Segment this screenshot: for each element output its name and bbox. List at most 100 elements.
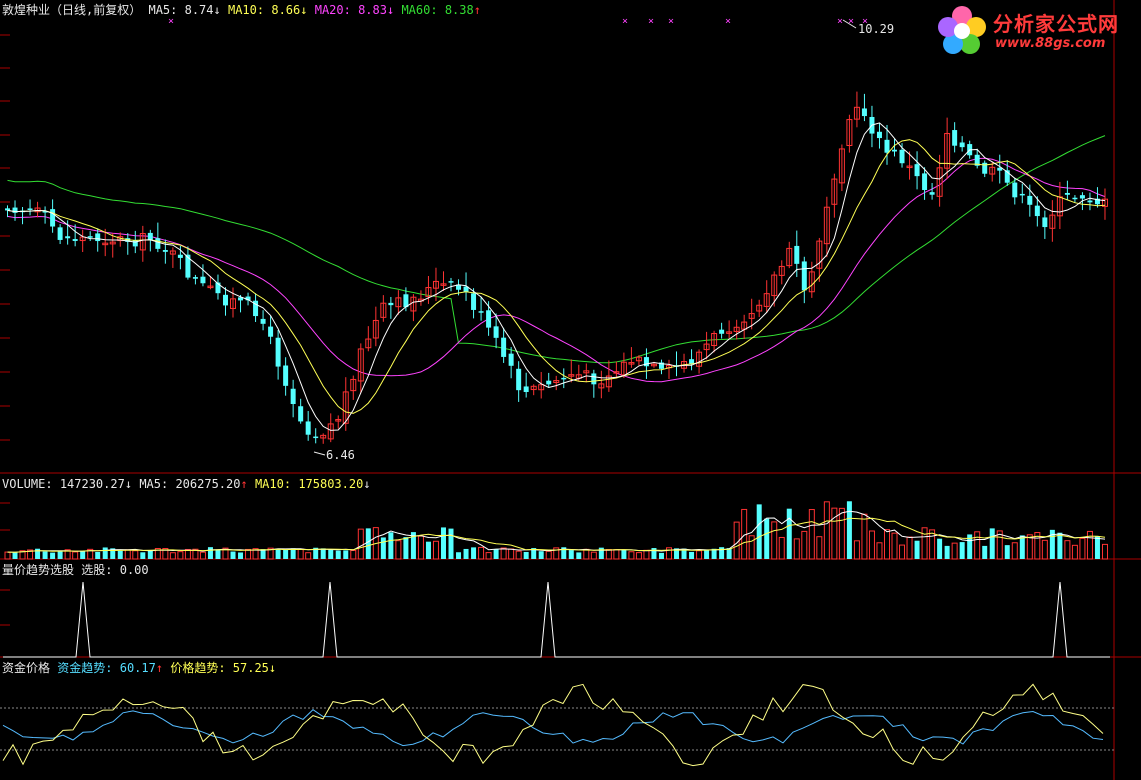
candle-body [1042,217,1048,228]
candle-body [162,250,168,252]
volume-bar [238,552,244,559]
volume-bar [914,540,920,559]
ma10-line [7,139,1106,414]
candle-body [561,377,567,380]
volume-bar [35,548,41,559]
volume-bar [515,550,522,560]
volume-bar [350,549,357,560]
candle-body [591,373,597,385]
candle-body [959,142,965,148]
price-trend-label: 价格趋势: [170,661,226,675]
volume-bar [425,541,431,559]
candle-body [719,329,725,334]
volume-bar [380,537,386,559]
volume-ma10-value: 175803.20 [298,477,364,491]
volume-bar [801,530,808,560]
volume-bar [169,552,176,560]
volume-bar [613,549,620,560]
flow-panel-header: 资金价格 资金趋势: 60.17↑ 价格趋势: 57.25↓ [2,661,276,675]
ma10-polyline [7,139,1106,414]
volume-bar [147,550,153,559]
logo-url: www.88gs.com [995,36,1106,51]
volume-bar [704,549,710,559]
candle-body [65,236,71,239]
candle-body [27,208,33,210]
volume-bar [1064,540,1071,560]
volume-bar [417,535,424,560]
volume-bar [478,546,485,560]
candle-body [192,277,198,279]
candle-body [222,294,228,306]
volume-bar [132,550,139,560]
ma20-label: MA20: [314,3,351,17]
volume-bar [57,550,63,559]
candle-body [1079,195,1085,199]
fund-trend-arrow: ↑ [155,661,164,675]
ma5-arrow: ↓ [213,3,221,17]
candle-body [155,238,161,249]
candle-body [290,388,296,405]
candle-body [57,227,63,240]
volume-bar [523,551,529,559]
candle-body [448,281,454,283]
candle-body [275,337,281,367]
candle-body [298,406,304,422]
ma10-value: 8.66 [271,3,301,17]
candle-body [486,310,492,328]
volume-bar [951,542,958,560]
volume-bar [748,535,755,560]
candle-body [493,326,499,338]
volume-bar [1101,543,1108,560]
volume-bar [95,551,101,559]
volume-bar [538,551,544,559]
volume-bar [500,547,507,560]
volume-bar [72,551,79,560]
volume-bar [230,551,236,559]
volume-bar [440,527,446,559]
volume-bar [899,544,906,560]
volume-bar [1071,544,1078,560]
volume-bar [275,548,281,559]
volume-bar [80,551,86,559]
volume-panel-header: VOLUME: 147230.27↓ MA5: 206275.20↑ MA10:… [2,477,371,491]
volume-bar [838,507,845,560]
volume-bar [297,548,304,560]
candle-body [95,233,101,242]
signal-indicator-name: 量价趋势选股 [2,563,75,577]
volume-bar [605,549,612,560]
fund-price-lines [2,683,1104,767]
volume-bar [102,547,108,559]
volume-bar [117,550,123,559]
volume-bar [1004,545,1010,559]
volume-ma10-arrow: ↓ [363,477,371,491]
volume-ma10-label: MA10: [254,477,292,491]
candle-body [388,302,394,306]
volume-bar [665,547,672,560]
price-trend-value: 57.25 [232,661,269,675]
volume-bar [989,528,995,559]
ma60-arrow: ↑ [473,3,481,17]
ma20-arrow: ↓ [386,3,395,17]
volume-bar [959,542,965,559]
volume-bar [508,548,515,560]
volume-bar [689,551,695,559]
signal-line [3,581,1110,658]
ma20-value: 8.83 [358,3,387,17]
low-pointer [313,451,326,456]
volume-bar [365,528,371,559]
volume-label: VOLUME: [2,477,53,491]
candle-body [523,386,529,393]
volume-bar [876,542,883,560]
volume-bar [207,547,213,559]
volume-bar [937,538,943,559]
volume-bar [929,529,936,560]
candle-body [50,209,56,227]
candle-body [929,192,935,195]
volume-bar [771,521,778,560]
site-logo: 分析家公式网 www.88gs.com [933,2,1133,60]
top-x-marker: × [622,16,628,27]
top-x-marker: × [168,16,174,27]
ma60-label: MA60: [401,3,438,17]
candle-body [1012,182,1018,198]
volume-bar [124,549,131,560]
